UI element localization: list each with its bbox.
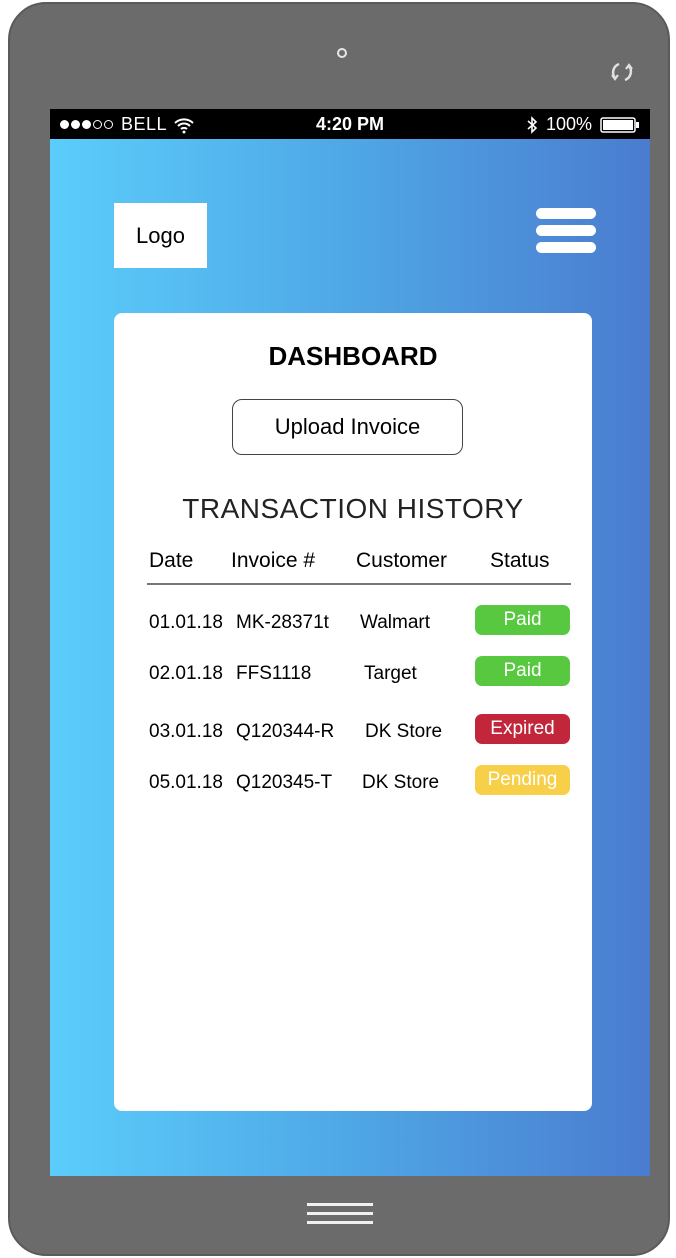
battery-icon: [600, 116, 639, 133]
section-title: TRANSACTION HISTORY: [182, 493, 524, 524]
battery-percentage: 100%: [545, 114, 592, 134]
column-header-invoice: Invoice #: [231, 549, 316, 572]
row-invoice: FFS1118: [236, 663, 312, 684]
menu-icon[interactable]: [536, 208, 596, 256]
logo[interactable]: Logo: [114, 203, 207, 268]
camera-icon: [337, 48, 347, 58]
home-icon[interactable]: [307, 1201, 373, 1227]
status-badge: Paid: [475, 605, 570, 635]
column-header-customer: Customer: [356, 549, 448, 572]
table-row[interactable]: 01.01.18 MK-28371t Walmart Paid: [147, 605, 571, 639]
row-date: 05.01.18: [149, 772, 223, 793]
row-customer: Target: [364, 663, 417, 684]
column-header-status: Status: [490, 549, 550, 572]
status-badge: Paid: [475, 656, 570, 686]
table-header: Date Invoice # Customer Status: [147, 545, 571, 585]
table-row[interactable]: 05.01.18 Q120345-T DK Store Pending: [147, 765, 571, 799]
column-header-date: Date: [149, 549, 194, 572]
bluetooth-icon: [527, 115, 538, 134]
row-customer: Walmart: [360, 612, 431, 633]
dashboard-card: DASHBOARD Upload Invoice TRANSACTION HIS…: [114, 313, 592, 1111]
table-row[interactable]: 03.01.18 Q120344-R DK Store Expired: [147, 714, 571, 748]
status-badge: Pending: [475, 765, 570, 795]
row-invoice: MK-28371t: [236, 612, 329, 633]
phone-frame: BELL 4:20 PM 100% Logo DASHBOARD Upload …: [8, 2, 670, 1256]
row-date: 03.01.18: [149, 721, 223, 742]
row-date: 01.01.18: [149, 612, 223, 633]
upload-invoice-button[interactable]: Upload Invoice: [232, 399, 463, 455]
status-badge: Expired: [475, 714, 570, 744]
table-row[interactable]: 02.01.18 FFS1118 Target Paid: [147, 656, 571, 690]
row-customer: DK Store: [365, 721, 443, 742]
rotate-icon[interactable]: [606, 56, 638, 88]
row-invoice: Q120345-T: [236, 772, 333, 793]
status-bar: BELL 4:20 PM 100%: [50, 109, 650, 139]
logo-label: Logo: [136, 222, 185, 248]
screen: BELL 4:20 PM 100% Logo DASHBOARD Upload …: [50, 109, 650, 1176]
row-date: 02.01.18: [149, 663, 223, 684]
row-invoice: Q120344-R: [236, 721, 335, 742]
row-customer: DK Store: [362, 772, 440, 793]
page-title: DASHBOARD: [268, 341, 438, 371]
